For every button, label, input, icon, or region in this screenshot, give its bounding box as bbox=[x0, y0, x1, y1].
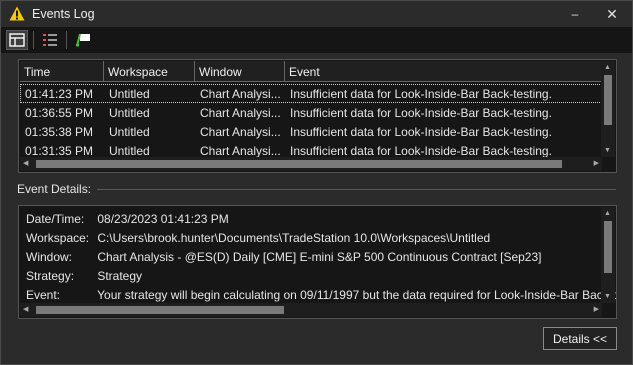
event-details-label: Event Details: bbox=[17, 182, 92, 196]
detail-row-workspace: Workspace: C:\Users\brook.hunter\Documen… bbox=[26, 231, 490, 245]
column-header-event[interactable]: Event bbox=[285, 61, 602, 82]
cell-time: 01:35:38 PM bbox=[25, 125, 94, 139]
detail-label: Event: bbox=[26, 288, 61, 302]
grid-view-icon[interactable] bbox=[6, 30, 28, 50]
cell-window: Chart Analysi... bbox=[200, 87, 281, 101]
cell-workspace: Untitled bbox=[109, 125, 150, 139]
cell-window: Chart Analysi... bbox=[200, 125, 281, 139]
detail-value: Your strategy will begin calculating on … bbox=[97, 288, 617, 302]
details-toggle-button[interactable]: Details << bbox=[543, 327, 617, 350]
table-row[interactable]: 01:35:38 PM Untitled Chart Analysi... In… bbox=[20, 122, 602, 141]
details-horizontal-scrollbar[interactable]: ◀ ▶ bbox=[20, 303, 602, 317]
table-row[interactable]: 01:41:23 PM Untitled Chart Analysi... In… bbox=[20, 84, 602, 103]
detail-value: C:\Users\brook.hunter\Documents\TradeSta… bbox=[97, 231, 491, 245]
event-details-panel: Date/Time: 08/23/2023 01:41:23 PM Worksp… bbox=[18, 205, 617, 319]
events-log-window: Events Log – ✕ Time Workspace Window Eve… bbox=[0, 0, 633, 365]
grid-horizontal-scrollbar[interactable]: ◀ ▶ bbox=[20, 157, 602, 171]
detail-label: Workspace: bbox=[26, 231, 90, 245]
cell-event: Insufficient data for Look-Inside-Bar Ba… bbox=[290, 106, 552, 120]
toolbar bbox=[1, 27, 632, 53]
cell-event: Insufficient data for Look-Inside-Bar Ba… bbox=[290, 125, 552, 139]
details-horizontal-scroll-thumb[interactable] bbox=[36, 306, 284, 314]
toolbar-separator bbox=[66, 31, 67, 49]
detail-row-window: Window: Chart Analysis - @ES(D) Daily [C… bbox=[26, 250, 541, 264]
close-button[interactable]: ✕ bbox=[595, 1, 629, 27]
grid-vertical-scroll-thumb[interactable] bbox=[604, 75, 612, 125]
table-row[interactable]: 01:36:55 PM Untitled Chart Analysi... In… bbox=[20, 103, 602, 122]
detail-label: Window: bbox=[26, 250, 73, 264]
cell-time: 01:36:55 PM bbox=[25, 106, 94, 120]
detail-value: Chart Analysis - @ES(D) Daily [CME] E-mi… bbox=[97, 250, 542, 264]
toolbar-separator bbox=[33, 31, 34, 49]
detail-value: Strategy bbox=[97, 269, 143, 283]
title-bar[interactable]: Events Log – ✕ bbox=[1, 1, 632, 27]
grid-vertical-scrollbar[interactable]: ▲ ▼ bbox=[601, 61, 615, 157]
minimize-button[interactable]: – bbox=[558, 1, 592, 27]
cell-time: 01:41:23 PM bbox=[25, 87, 94, 101]
cell-workspace: Untitled bbox=[109, 87, 150, 101]
grid-rows: 01:41:23 PM Untitled Chart Analysi... In… bbox=[20, 84, 602, 160]
scroll-left-arrow-icon[interactable]: ◀ bbox=[23, 160, 28, 168]
detail-row-strategy: Strategy: Strategy bbox=[26, 269, 142, 283]
list-view-icon[interactable] bbox=[39, 30, 61, 50]
cell-event: Insufficient data for Look-Inside-Bar Ba… bbox=[290, 87, 552, 101]
flag-icon[interactable] bbox=[72, 30, 94, 50]
scroll-right-arrow-icon[interactable]: ▶ bbox=[594, 160, 599, 168]
warning-icon bbox=[9, 6, 25, 21]
detail-label: Date/Time: bbox=[26, 212, 85, 226]
events-grid[interactable]: Time Workspace Window Event 01:41:23 PM … bbox=[18, 59, 617, 173]
grid-header: Time Workspace Window Event bbox=[20, 61, 602, 82]
window-title: Events Log bbox=[32, 7, 95, 21]
detail-label: Strategy: bbox=[26, 269, 75, 283]
column-header-workspace[interactable]: Workspace bbox=[104, 61, 195, 82]
column-header-window[interactable]: Window bbox=[195, 61, 285, 82]
details-vertical-scrollbar[interactable]: ▲ ▼ bbox=[601, 207, 615, 303]
cell-workspace: Untitled bbox=[109, 106, 150, 120]
scroll-up-arrow-icon[interactable]: ▲ bbox=[604, 210, 611, 218]
scroll-up-arrow-icon[interactable]: ▲ bbox=[604, 64, 611, 72]
cell-window: Chart Analysi... bbox=[200, 106, 281, 120]
detail-row-event: Event: Your strategy will begin calculat… bbox=[26, 288, 617, 302]
grid-horizontal-scroll-thumb[interactable] bbox=[36, 160, 562, 168]
details-vertical-scroll-thumb[interactable] bbox=[604, 221, 612, 273]
scroll-left-arrow-icon[interactable]: ◀ bbox=[23, 306, 28, 314]
detail-value: 08/23/2023 01:41:23 PM bbox=[97, 212, 229, 226]
scroll-right-arrow-icon[interactable]: ▶ bbox=[594, 306, 599, 314]
divider bbox=[97, 189, 616, 190]
detail-row-datetime: Date/Time: 08/23/2023 01:41:23 PM bbox=[26, 212, 229, 226]
column-header-time[interactable]: Time bbox=[20, 61, 104, 82]
scroll-down-arrow-icon[interactable]: ▼ bbox=[604, 147, 611, 155]
scroll-down-arrow-icon[interactable]: ▼ bbox=[604, 293, 611, 301]
